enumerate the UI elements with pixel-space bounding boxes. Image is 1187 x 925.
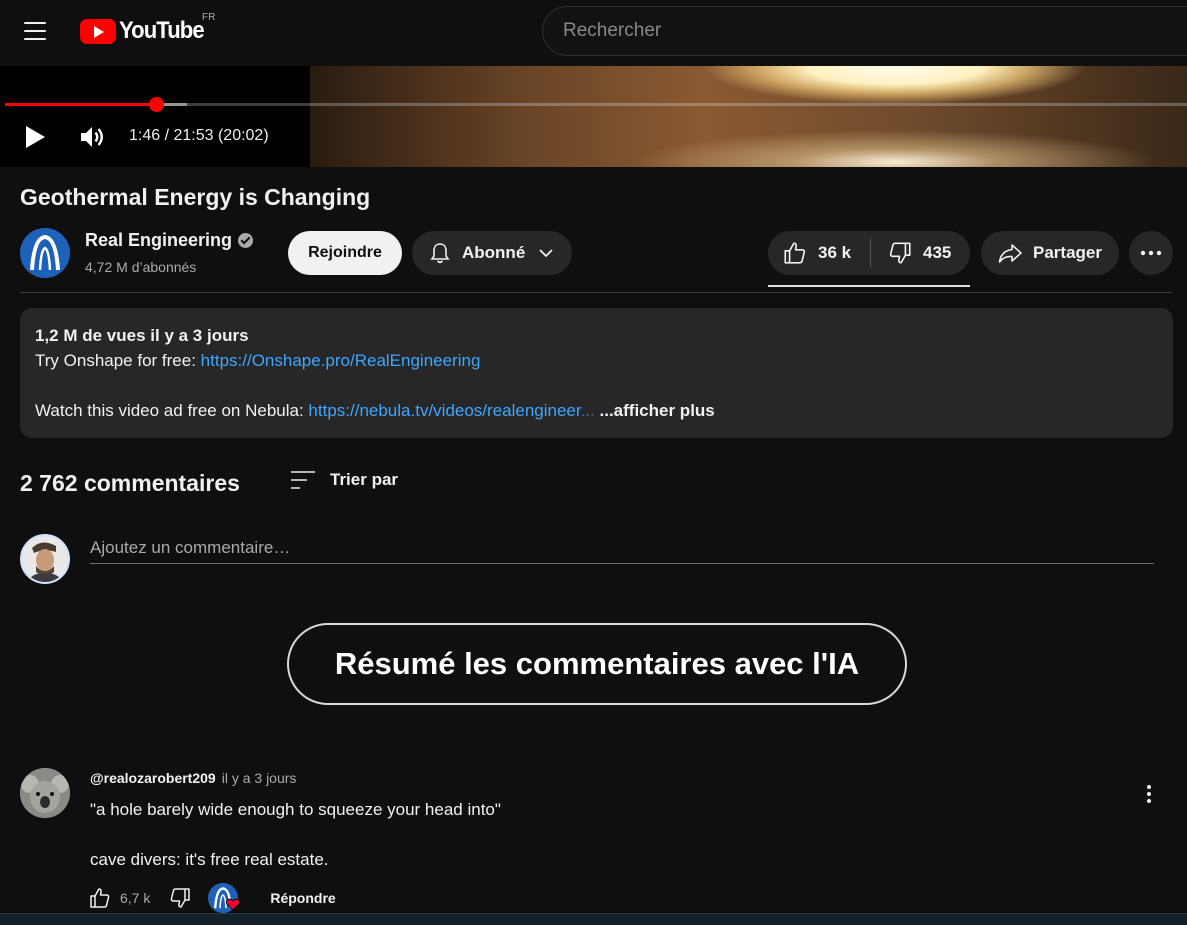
comment-like-button[interactable]: 6,7 k: [88, 886, 150, 910]
channel-name: Real Engineering: [85, 230, 233, 250]
description-text: Try Onshape for free:: [35, 351, 201, 370]
menu-icon-line: [24, 30, 46, 32]
menu-icon-line: [24, 22, 46, 24]
like-button[interactable]: 36 k: [768, 231, 870, 275]
more-actions-button[interactable]: [1129, 231, 1173, 275]
progress-played: [5, 103, 157, 106]
comment-menu-button[interactable]: [1139, 780, 1159, 808]
like-ratio-bar: [768, 285, 970, 287]
menu-icon-line: [24, 38, 46, 40]
share-button[interactable]: Partager: [981, 231, 1119, 275]
add-comment-input[interactable]: [90, 533, 1154, 564]
progress-scrubber[interactable]: [149, 97, 165, 112]
kebab-icon-dot: [1147, 799, 1151, 803]
comment-count: 2 762 commentaires: [20, 470, 240, 496]
description-line: Watch this video ad free on Nebula: http…: [35, 398, 1158, 423]
kebab-icon-dot: [1147, 792, 1151, 796]
logo-text: YouTube: [119, 17, 205, 44]
channel-logo-icon: [20, 228, 70, 278]
comment-author-avatar[interactable]: [20, 768, 70, 818]
comment-line: "a hole barely wide enough to squeeze yo…: [90, 800, 501, 819]
comment-line: [90, 822, 501, 847]
comment-like-count: 6,7 k: [120, 890, 151, 906]
description-text: Watch this video ad free on Nebula:: [35, 401, 309, 420]
comment-header: @realozarobert209 il y a 3 jours: [90, 770, 296, 786]
verified-icon: [238, 233, 254, 248]
search-input[interactable]: [543, 7, 1187, 55]
chevron-down-icon: [539, 249, 553, 258]
kebab-icon-dot: [1147, 785, 1151, 789]
comment-line: cave divers: it's free real estate.: [90, 850, 329, 869]
link-truncation: ...: [580, 401, 595, 420]
sort-label: Trier par: [330, 470, 399, 489]
thumbs-down-icon: [889, 242, 911, 264]
time-display: 1:46 / 21:53 (20:02): [129, 127, 269, 144]
subscriber-count: 4,72 M d’abonnés: [85, 259, 197, 275]
comment-dislike-button[interactable]: [168, 886, 192, 910]
nebula-link[interactable]: https://nebula.tv/videos/realengineer: [308, 401, 580, 420]
koala-avatar-image: [20, 768, 70, 818]
thumbs-up-icon: [90, 888, 110, 908]
reply-button[interactable]: Répondre: [270, 890, 335, 906]
subscribed-label: Abonné: [462, 243, 526, 262]
thumbs-down-icon: [171, 888, 191, 908]
country-code: FR: [202, 12, 216, 23]
top-bar: YouTube FR: [0, 0, 1187, 66]
like-count: 36 k: [818, 243, 852, 262]
channel-name-link[interactable]: Real Engineering: [85, 230, 254, 251]
description-blank-line: [35, 373, 1158, 398]
join-button[interactable]: Rejoindre: [288, 231, 402, 275]
thumbs-up-icon: [784, 242, 806, 264]
heart-icon: [226, 898, 241, 911]
dislike-button[interactable]: 435: [871, 231, 951, 275]
video-frame: [310, 66, 1187, 167]
comment-time[interactable]: il y a 3 jours: [222, 770, 297, 786]
channel-avatar[interactable]: [20, 228, 70, 278]
ai-summary-button[interactable]: Résumé les commentaires avec l'IA: [287, 623, 907, 705]
play-icon[interactable]: [22, 123, 48, 151]
comment-author[interactable]: @realozarobert209: [90, 770, 216, 786]
subscribed-button[interactable]: Abonné: [412, 231, 572, 275]
divider: [20, 292, 1173, 293]
user-avatar-image: [22, 536, 68, 582]
more-icon: [1140, 250, 1162, 256]
share-icon: [998, 244, 1022, 263]
youtube-logo[interactable]: YouTube FR: [80, 12, 215, 45]
like-dislike-group: 36 k 435: [768, 231, 970, 275]
video-title: Geothermal Energy is Changing: [20, 184, 371, 210]
volume-icon[interactable]: [78, 123, 106, 151]
youtube-logo-icon: [80, 18, 116, 44]
progress-bar[interactable]: [5, 97, 1187, 112]
sort-icon: [291, 471, 315, 489]
comment-actions: 6,7 k Répondre: [88, 883, 336, 913]
description-box[interactable]: 1,2 M de vues il y a 3 jours Try Onshape…: [20, 308, 1173, 438]
bottom-edge: [0, 913, 1187, 925]
comment-text: "a hole barely wide enough to squeeze yo…: [90, 797, 501, 872]
description-line: Try Onshape for free: https://Onshape.pr…: [35, 348, 1158, 373]
video-player[interactable]: 1:46 / 21:53 (20:02): [0, 66, 1187, 167]
user-avatar[interactable]: [20, 534, 70, 584]
bell-icon: [430, 243, 450, 264]
menu-button[interactable]: [18, 16, 52, 46]
onshape-link[interactable]: https://Onshape.pro/RealEngineering: [201, 351, 481, 370]
share-label: Partager: [1033, 243, 1102, 262]
creator-heart-badge: [208, 883, 241, 913]
sort-button[interactable]: Trier par: [290, 470, 398, 490]
dislike-count: 435: [923, 243, 952, 262]
view-count-date: 1,2 M de vues il y a 3 jours: [35, 326, 249, 345]
search-box: [542, 6, 1187, 56]
show-more-button[interactable]: ...afficher plus: [595, 401, 715, 420]
